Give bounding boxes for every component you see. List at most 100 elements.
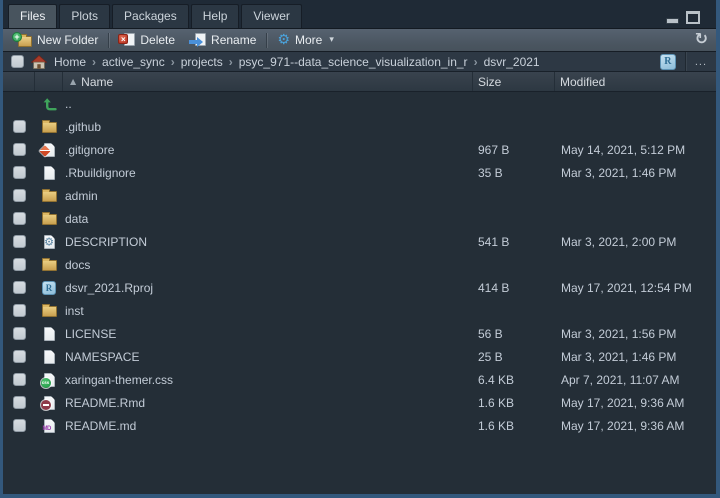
file-row: docs <box>3 253 716 276</box>
delete-icon: × <box>119 33 135 48</box>
tab-files[interactable]: Files <box>8 4 57 28</box>
rename-icon <box>189 33 206 48</box>
breadcrumb-separator-icon: › <box>474 55 478 69</box>
empty-area <box>3 437 716 494</box>
row-checkbox[interactable] <box>13 419 26 432</box>
file-size: 35 B <box>473 166 555 180</box>
file-row: .. <box>3 92 716 115</box>
file-row: .github <box>3 115 716 138</box>
breadcrumb-separator-icon: › <box>92 55 96 69</box>
breadcrumb-ellipsis-button[interactable]: ... <box>685 52 716 71</box>
breadcrumb-item[interactable]: dsvr_2021 <box>484 55 540 69</box>
breadcrumb-item[interactable]: projects <box>181 55 223 69</box>
folder-icon <box>40 120 58 133</box>
chevron-down-icon: ▾ <box>329 35 334 45</box>
breadcrumb-item[interactable]: active_sync <box>102 55 165 69</box>
row-checkbox[interactable] <box>13 350 26 363</box>
git-file-icon <box>40 143 58 157</box>
tab-help[interactable]: Help <box>191 4 240 28</box>
row-checkbox[interactable] <box>13 258 26 271</box>
file-modified: May 17, 2021, 9:36 AM <box>555 419 716 433</box>
file-row: .Rbuildignore35 BMar 3, 2021, 1:46 PM <box>3 161 716 184</box>
header-icon-cell <box>35 72 63 91</box>
minimize-icon[interactable] <box>666 18 679 24</box>
header-checkbox-cell <box>3 72 35 91</box>
file-name[interactable]: README.Rmd <box>65 396 145 410</box>
row-checkbox[interactable] <box>13 143 26 156</box>
row-checkbox[interactable] <box>13 327 26 340</box>
file-row: data <box>3 207 716 230</box>
file-name[interactable]: data <box>65 212 88 226</box>
file-row: README.Rmd1.6 KBMay 17, 2021, 9:36 AM <box>3 391 716 414</box>
file-modified: May 17, 2021, 9:36 AM <box>555 396 716 410</box>
file-name[interactable]: inst <box>65 304 84 318</box>
row-checkbox[interactable] <box>13 212 26 225</box>
file-name[interactable]: xaringan-themer.css <box>65 373 173 387</box>
file-row: NAMESPACE25 BMar 3, 2021, 1:46 PM <box>3 345 716 368</box>
refresh-icon[interactable]: ↻ <box>695 31 712 49</box>
file-size: 25 B <box>473 350 555 364</box>
new-folder-label: New Folder <box>37 33 98 47</box>
row-checkbox[interactable] <box>13 304 26 317</box>
new-folder-button[interactable]: + New Folder <box>7 29 105 51</box>
tab-plots[interactable]: Plots <box>59 4 110 28</box>
column-header-name[interactable]: ▲ Name <box>63 72 473 91</box>
file-row: ⚙ DESCRIPTION 541 BMar 3, 2021, 2:00 PM <box>3 230 716 253</box>
file-name[interactable]: .gitignore <box>65 143 114 157</box>
new-folder-icon: + <box>14 33 32 47</box>
file-row: admin <box>3 184 716 207</box>
gear-file-icon: ⚙ <box>40 235 58 249</box>
file-modified: Mar 3, 2021, 2:00 PM <box>555 235 716 249</box>
file-name[interactable]: README.md <box>65 419 136 433</box>
delete-button[interactable]: × Delete <box>112 29 182 51</box>
file-name[interactable]: .github <box>65 120 101 134</box>
breadcrumb-item[interactable]: psyc_971--data_science_visualization_in_… <box>239 55 468 69</box>
breadcrumb: Home›active_sync›projects›psyc_971--data… <box>54 55 540 69</box>
file-name[interactable]: .. <box>65 97 72 111</box>
gear-icon: ⚙ <box>277 33 290 47</box>
file-table-header: ▲ Name Size Modified <box>3 72 716 92</box>
row-checkbox[interactable] <box>13 189 26 202</box>
select-all-checkbox[interactable] <box>11 55 24 68</box>
row-checkbox[interactable] <box>13 373 26 386</box>
more-button[interactable]: ⚙ More ▾ <box>270 29 340 51</box>
file-row: inst <box>3 299 716 322</box>
md-file-icon: MD <box>40 419 58 433</box>
file-size: 6.4 KB <box>473 373 555 387</box>
breadcrumb-item[interactable]: Home <box>54 55 86 69</box>
file-row: MD README.md 1.6 KBMay 17, 2021, 9:36 AM <box>3 414 716 437</box>
file-name[interactable]: .Rbuildignore <box>65 166 136 180</box>
rproj-badge-icon[interactable]: R <box>660 54 676 70</box>
file-icon <box>40 350 58 364</box>
file-name[interactable]: admin <box>65 189 98 203</box>
column-header-modified[interactable]: Modified <box>555 72 716 91</box>
row-checkbox[interactable] <box>13 235 26 248</box>
file-row: css xaringan-themer.css 6.4 KBApr 7, 2021,… <box>3 368 716 391</box>
home-icon[interactable] <box>31 55 47 69</box>
css-file-icon: css <box>40 373 58 387</box>
file-modified: Apr 7, 2021, 11:07 AM <box>555 373 716 387</box>
row-checkbox[interactable] <box>13 166 26 179</box>
column-name-label: Name <box>81 75 113 89</box>
file-size: 541 B <box>473 235 555 249</box>
more-label: More <box>295 33 322 47</box>
tab-viewer[interactable]: Viewer <box>241 4 301 28</box>
file-row: Rdsvr_2021.Rproj414 BMay 17, 2021, 12:54… <box>3 276 716 299</box>
file-name[interactable]: DESCRIPTION <box>65 235 147 249</box>
row-checkbox[interactable] <box>13 281 26 294</box>
column-header-size[interactable]: Size <box>473 72 555 91</box>
file-name[interactable]: NAMESPACE <box>65 350 139 364</box>
tab-packages[interactable]: Packages <box>112 4 189 28</box>
file-name[interactable]: dsvr_2021.Rproj <box>65 281 153 295</box>
file-modified: May 17, 2021, 12:54 PM <box>555 281 716 295</box>
file-table-body: ...github.gitignore967 BMay 14, 2021, 5:… <box>3 92 716 437</box>
file-size: 1.6 KB <box>473 419 555 433</box>
window-controls <box>666 11 700 24</box>
row-checkbox[interactable] <box>13 120 26 133</box>
file-name[interactable]: docs <box>65 258 90 272</box>
row-checkbox[interactable] <box>13 396 26 409</box>
file-size: 414 B <box>473 281 555 295</box>
maximize-icon[interactable] <box>686 11 700 24</box>
file-name[interactable]: LICENSE <box>65 327 116 341</box>
rename-button[interactable]: Rename <box>182 29 263 51</box>
